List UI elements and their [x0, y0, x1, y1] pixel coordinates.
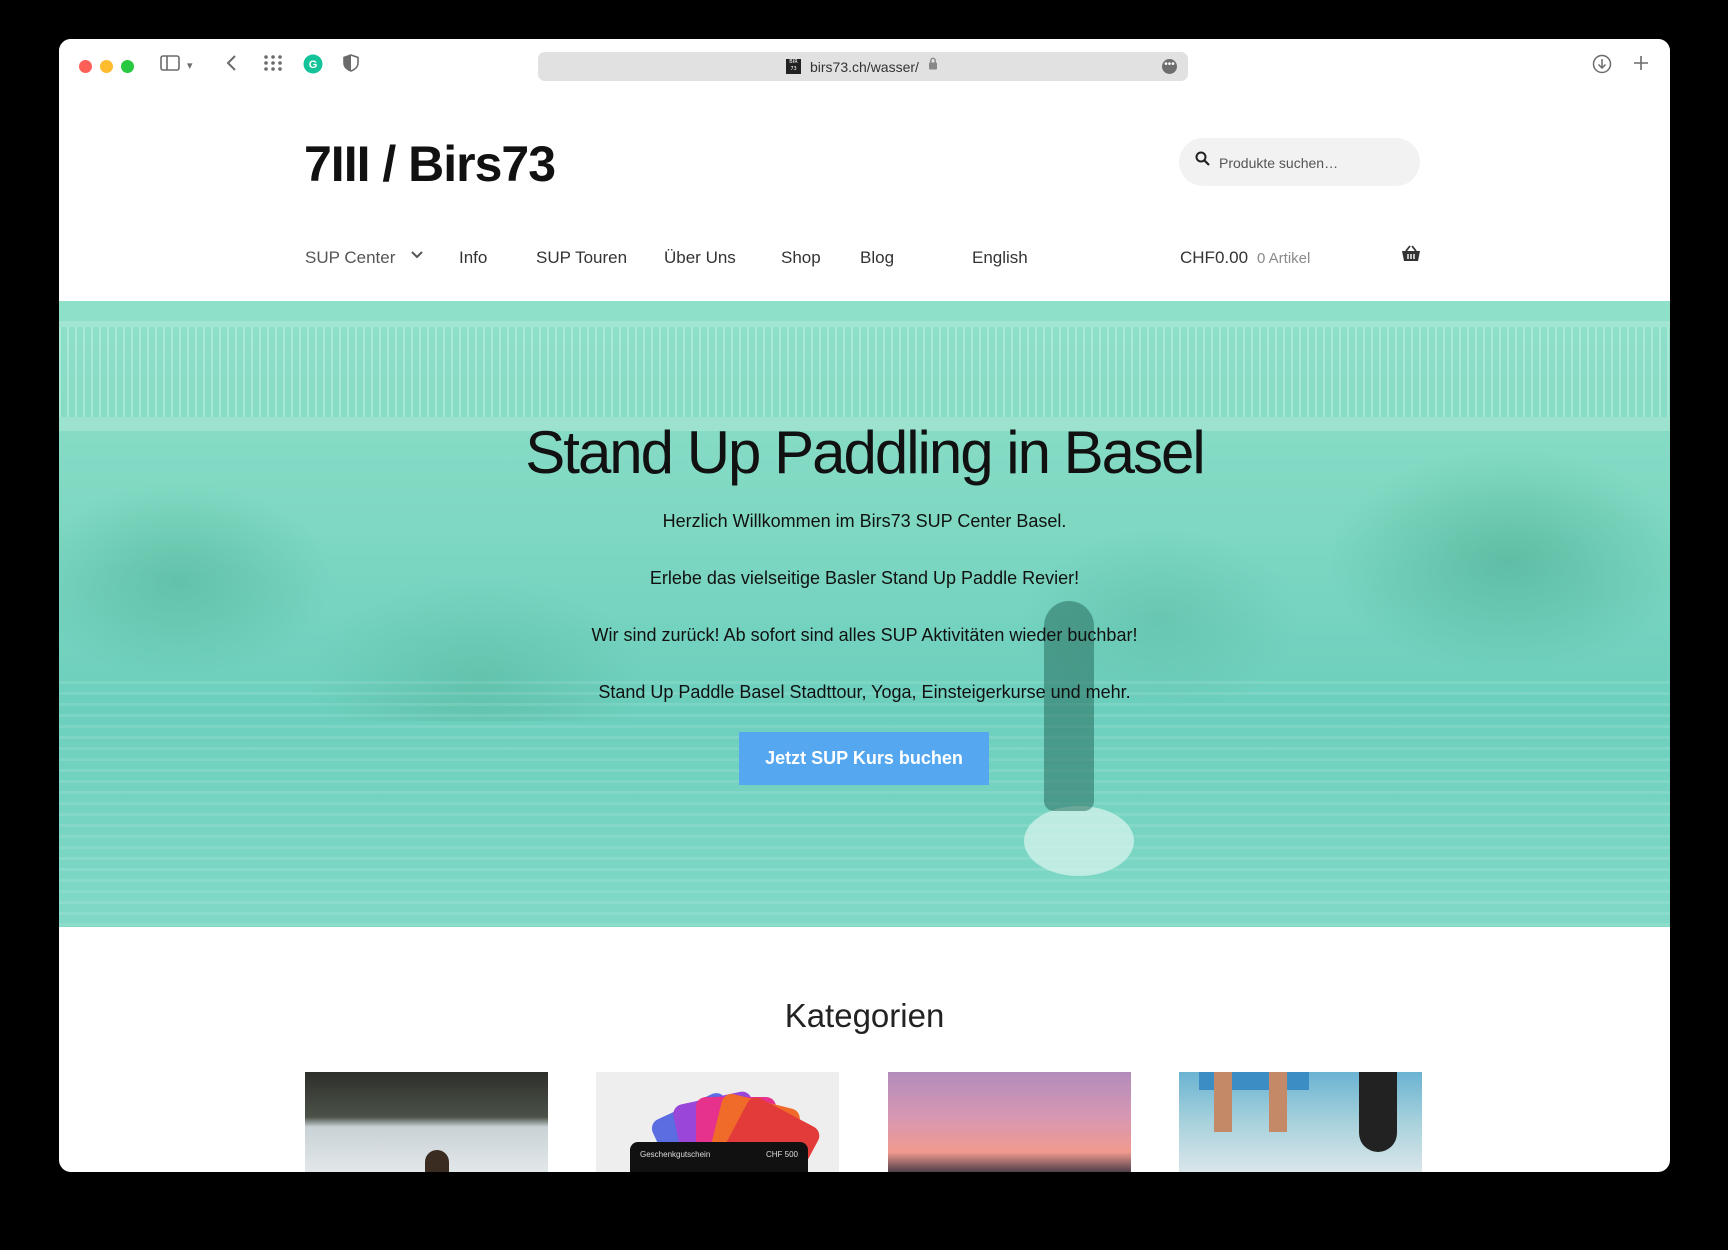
minimize-window-button[interactable] — [100, 60, 113, 73]
hero-title: Stand Up Paddling in Basel — [525, 419, 1206, 486]
search-input[interactable] — [1217, 149, 1411, 177]
category-image-leg-right — [1269, 1072, 1287, 1132]
category-card-touren[interactable] — [888, 1072, 1131, 1172]
nav-item-blog[interactable]: Blog — [860, 248, 894, 268]
gift-card-value: CHF 500 — [765, 1150, 798, 1159]
nav-item-info[interactable]: Info — [459, 248, 487, 268]
sidebar-toggle-icon[interactable] — [160, 54, 180, 78]
categories-heading: Kategorien — [784, 997, 945, 1034]
hero-line-revier: Erlebe das vielseitige Basler Stand Up P… — [649, 568, 1080, 588]
hero-line-welcome: Herzlich Willkommen im Birs73 SUP Center… — [662, 511, 1067, 531]
downloads-icon[interactable] — [1592, 54, 1612, 81]
search-icon — [1195, 151, 1210, 170]
browser-window: ▾ G BIR 73 birs73.ch/wasser/ ••• 7III / … — [59, 39, 1670, 1172]
hero-paddle-board — [1024, 806, 1134, 876]
nav-item-shop[interactable]: Shop — [781, 248, 821, 268]
nav-item-ueber-uns[interactable]: Über Uns — [664, 248, 736, 268]
category-image-person — [425, 1150, 449, 1172]
shield-icon[interactable] — [343, 54, 359, 79]
gift-card-front: Geschenkgutschein CHF 500 — [630, 1142, 808, 1172]
browser-toolbar: ▾ G BIR 73 birs73.ch/wasser/ ••• — [59, 39, 1670, 93]
category-card-gutscheine[interactable]: Geschenkgutschein CHF 500 — [596, 1072, 839, 1172]
zoom-window-button[interactable] — [121, 60, 134, 73]
gift-card-label: Geschenkgutschein — [640, 1150, 711, 1159]
site-title-link[interactable]: 7III / Birs73 — [304, 135, 556, 193]
chevron-down-icon[interactable]: ▾ — [187, 54, 193, 78]
back-icon[interactable] — [225, 54, 237, 79]
category-image-paddle — [1359, 1072, 1397, 1152]
new-tab-icon[interactable] — [1633, 54, 1649, 78]
lock-icon — [928, 57, 938, 74]
nav-item-sup-center[interactable]: SUP Center — [305, 248, 395, 268]
address-url: birs73.ch/wasser/ — [810, 59, 919, 75]
nav-item-english[interactable]: English — [972, 248, 1028, 268]
address-bar[interactable]: BIR 73 birs73.ch/wasser/ ••• — [538, 52, 1188, 81]
basket-icon[interactable] — [1401, 245, 1421, 268]
product-search — [1179, 138, 1420, 186]
hero-line-angebot: Stand Up Paddle Basel Stadttour, Yoga, E… — [598, 682, 1131, 702]
nav-item-sup-touren[interactable]: SUP Touren — [536, 248, 627, 268]
tab-overview-icon[interactable] — [263, 54, 283, 79]
grammarly-extension-icon[interactable]: G — [303, 54, 323, 81]
book-sup-course-button[interactable]: Jetzt SUP Kurs buchen — [739, 732, 989, 785]
hero-banner: Stand Up Paddling in Basel Herzlich Will… — [59, 301, 1670, 927]
category-card-shop[interactable] — [1179, 1072, 1422, 1172]
cart-amount[interactable]: CHF0.00 — [1180, 248, 1248, 268]
cart-count[interactable]: 0 Artikel — [1257, 250, 1310, 267]
category-card-kurse[interactable] — [305, 1072, 548, 1172]
hero-line-zurueck: Wir sind zurück! Ab sofort sind alles SU… — [591, 625, 1138, 645]
close-window-button[interactable] — [79, 60, 92, 73]
hero-background-bridge — [59, 321, 1670, 431]
hero-background-water — [59, 681, 1670, 927]
svg-text:G: G — [309, 59, 318, 71]
category-image-leg-left — [1214, 1072, 1232, 1132]
page-menu-icon[interactable]: ••• — [1162, 59, 1177, 74]
site-favicon: BIR 73 — [786, 59, 801, 74]
chevron-down-icon[interactable] — [411, 248, 423, 263]
